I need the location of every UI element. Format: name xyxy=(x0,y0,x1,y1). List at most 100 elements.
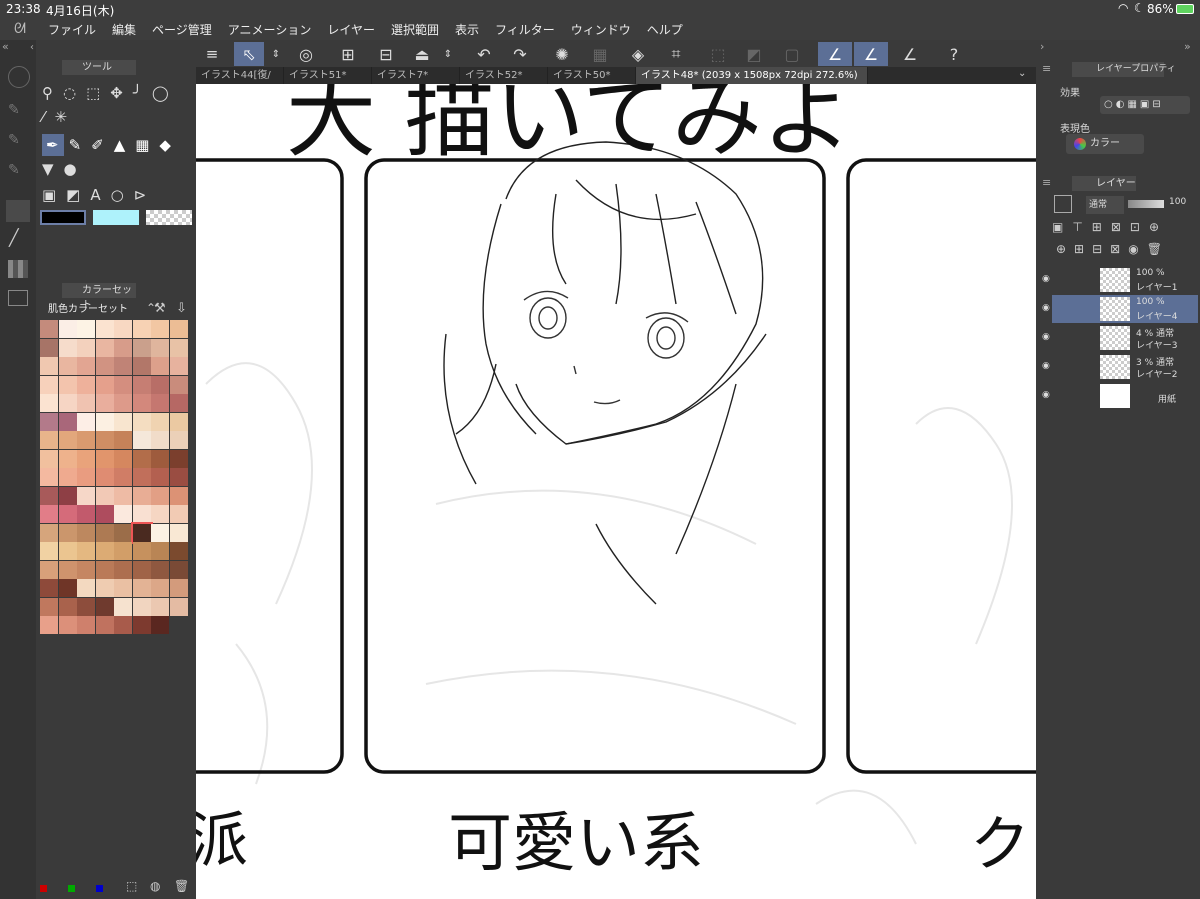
effect-buttons[interactable]: ○◐▦▣⊟ xyxy=(1100,96,1190,114)
brush-icon[interactable]: ╱ xyxy=(9,228,19,247)
color-set-title[interactable]: カラーセット xyxy=(62,283,136,311)
palette-swatch[interactable] xyxy=(58,505,77,523)
palette-swatch[interactable] xyxy=(169,560,188,579)
palette-swatch[interactable] xyxy=(77,505,95,523)
layer-action-icons[interactable]: ⊕⊞⊟⊠◉🗑 xyxy=(1056,242,1170,256)
palette-swatch[interactable] xyxy=(40,579,58,597)
menu-edit[interactable]: 編集 xyxy=(104,21,144,38)
tool-row-4[interactable]: ▼● xyxy=(42,160,87,178)
menu-filter[interactable]: フィルター xyxy=(487,21,563,38)
app-settings-icon[interactable]: ◎ xyxy=(296,42,316,66)
tab-illust50[interactable]: イラスト50* xyxy=(548,67,636,84)
palette-swatch[interactable] xyxy=(95,394,114,412)
tab-illust48-active[interactable]: イラスト48* (2039 x 1508px 72dpi 272.6%) xyxy=(636,67,868,84)
palette-swatch[interactable] xyxy=(58,486,77,505)
layer-panel-title[interactable]: レイヤー xyxy=(1072,176,1136,191)
palette-swatch[interactable] xyxy=(169,505,188,523)
palette-swatch[interactable] xyxy=(151,449,169,468)
palette-swatch[interactable] xyxy=(40,431,58,449)
palette-swatch[interactable] xyxy=(132,431,151,449)
palette-swatch[interactable] xyxy=(40,449,58,468)
palette-swatch[interactable] xyxy=(132,412,151,431)
palette-swatch[interactable] xyxy=(169,338,188,357)
palette-swatch[interactable] xyxy=(40,375,58,394)
open-folder-icon[interactable]: ⊟ xyxy=(376,42,396,66)
palette-swatch[interactable] xyxy=(132,505,151,523)
palette-swatch[interactable] xyxy=(77,357,95,375)
transparent-color[interactable] xyxy=(146,210,192,225)
palette-swatch[interactable] xyxy=(77,579,95,597)
palette-swatch[interactable] xyxy=(114,320,132,338)
blend-mode-select[interactable]: 通常 xyxy=(1086,196,1124,214)
palette-swatch[interactable] xyxy=(151,486,169,505)
palette-swatch[interactable] xyxy=(58,597,77,616)
palette-swatch[interactable] xyxy=(58,616,77,634)
palette-swatch[interactable] xyxy=(151,357,169,375)
palette-swatch[interactable] xyxy=(169,597,188,616)
tool-row-2[interactable]: ⁄✳ xyxy=(42,108,77,126)
menu-layer[interactable]: レイヤー xyxy=(319,21,383,38)
palette-swatch[interactable] xyxy=(77,542,95,560)
palette-swatch[interactable] xyxy=(40,597,58,616)
palette-swatch[interactable] xyxy=(77,560,95,579)
eye-icon[interactable]: ◉ xyxy=(1042,303,1050,313)
palette-swatch[interactable] xyxy=(40,486,58,505)
palette-swatch[interactable] xyxy=(151,505,169,523)
palette-swatch[interactable] xyxy=(114,357,132,375)
palette-swatch[interactable] xyxy=(77,394,95,412)
palette-swatch[interactable] xyxy=(95,449,114,468)
collapse-left-icon[interactable]: « xyxy=(2,40,9,53)
palette-swatch[interactable] xyxy=(58,579,77,597)
palette-swatch[interactable] xyxy=(58,523,77,542)
layer-row[interactable]: ◉ 3 % 通常 レイヤー2 xyxy=(1042,353,1198,381)
palette-swatch[interactable] xyxy=(132,616,151,634)
redo-icon[interactable]: ↷ xyxy=(510,42,530,66)
tool-panel-title[interactable]: ツール xyxy=(62,60,136,75)
palette-swatch[interactable] xyxy=(95,616,114,634)
replace-color-icon[interactable]: ◍ xyxy=(150,879,160,893)
menu-icon[interactable]: ≡ xyxy=(1042,62,1051,75)
sub-tool-3-icon[interactable]: ✎ xyxy=(8,162,20,178)
layer-lock-icons[interactable]: ▣⊤⊞⊠⊡⊕ xyxy=(1052,220,1168,234)
palette-swatch[interactable] xyxy=(77,431,95,449)
palette-swatch[interactable] xyxy=(40,523,58,542)
undo-icon[interactable]: ↶ xyxy=(474,42,494,66)
menu-animation[interactable]: アニメーション xyxy=(220,21,320,38)
palette-swatch[interactable] xyxy=(132,338,151,357)
crop-icon[interactable]: ⌗ xyxy=(666,42,686,66)
layer-row[interactable]: ◉ 100 % レイヤー4 xyxy=(1042,295,1198,323)
palette-swatch[interactable] xyxy=(114,560,132,579)
menu-selection[interactable]: 選択範囲 xyxy=(383,21,447,38)
layer-toggle-icon[interactable] xyxy=(6,200,30,222)
palette-swatch[interactable] xyxy=(95,431,114,449)
palette-swatch[interactable] xyxy=(114,616,132,634)
palette-swatch[interactable] xyxy=(95,320,114,338)
palette-swatch[interactable] xyxy=(58,320,77,338)
tab-illust7[interactable]: イラスト7* xyxy=(372,67,460,84)
menu-page[interactable]: ページ管理 xyxy=(144,21,220,38)
palette-swatch[interactable] xyxy=(132,357,151,375)
palette-swatch[interactable] xyxy=(77,616,95,634)
palette-swatch[interactable] xyxy=(95,560,114,579)
palette-swatch[interactable] xyxy=(169,375,188,394)
palette-swatch[interactable] xyxy=(77,375,95,394)
palette-swatch[interactable] xyxy=(58,431,77,449)
trash-icon[interactable]: 🗑 xyxy=(174,879,189,893)
palette-swatch[interactable] xyxy=(40,320,58,338)
chevron-updown-icon[interactable]: ⇕ xyxy=(440,42,456,66)
chevron-updown-icon[interactable]: ⇕ xyxy=(268,42,284,66)
palette-swatch[interactable] xyxy=(169,394,188,412)
palette-swatch[interactable] xyxy=(114,412,132,431)
eye-icon[interactable]: ◉ xyxy=(1042,390,1050,400)
palette-swatch[interactable] xyxy=(130,521,153,544)
collapse-right-icon[interactable]: › xyxy=(1040,40,1044,53)
menu-icon[interactable]: ≡ xyxy=(1042,176,1051,189)
palette-swatch[interactable] xyxy=(77,449,95,468)
palette-swatch[interactable] xyxy=(77,320,95,338)
palette-swatch[interactable] xyxy=(114,449,132,468)
palette-swatch[interactable] xyxy=(77,468,95,486)
palette-swatch[interactable] xyxy=(95,412,114,431)
palette-swatch[interactable] xyxy=(40,468,58,486)
blue-channel-icon[interactable] xyxy=(96,885,103,892)
palette-swatch[interactable] xyxy=(151,375,169,394)
